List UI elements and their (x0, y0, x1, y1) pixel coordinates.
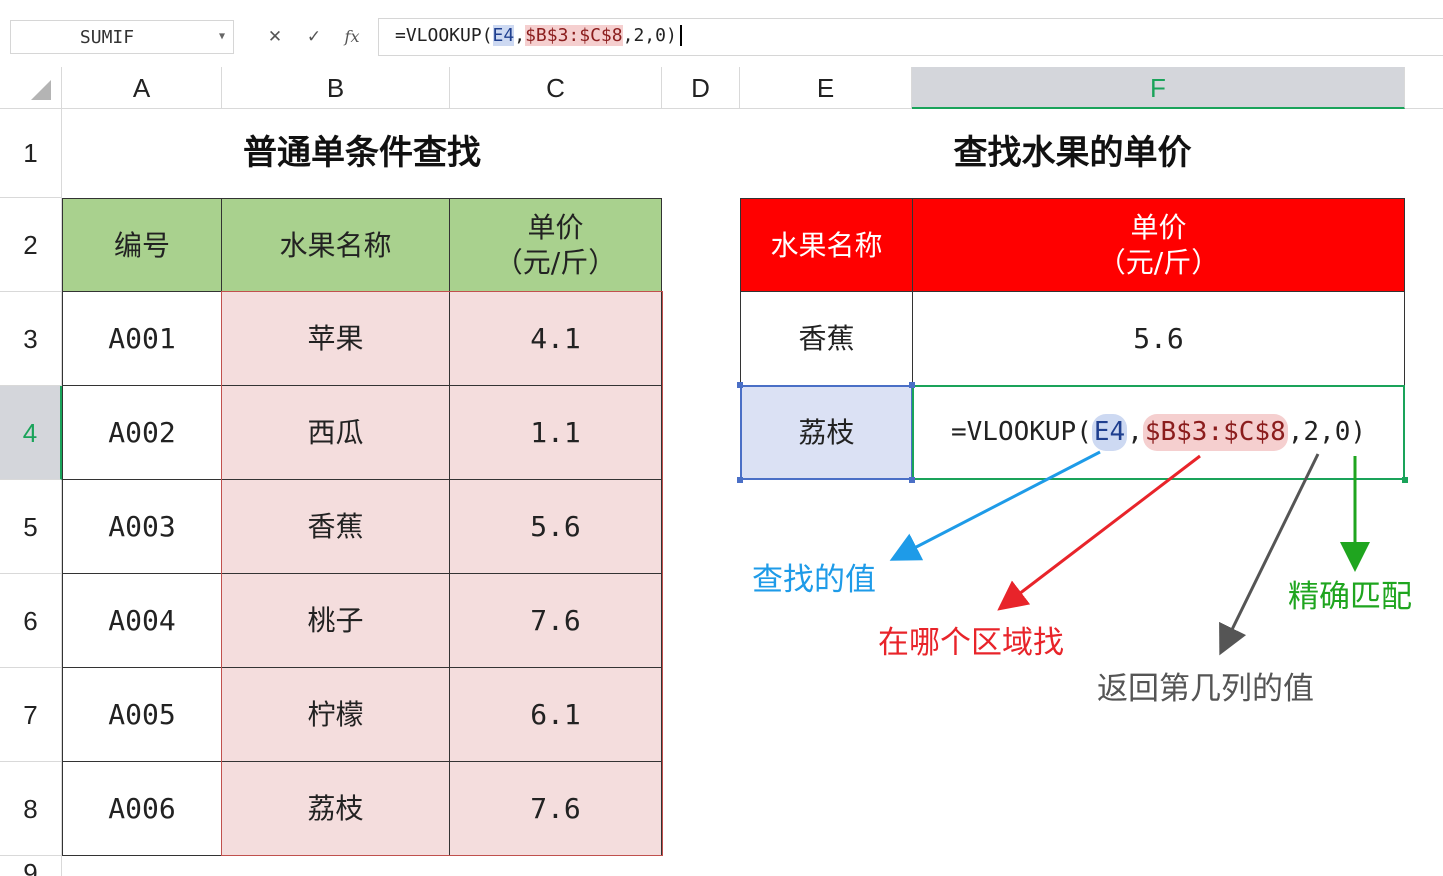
arrow-range (997, 454, 1201, 611)
label-range: 在哪个区域找 (878, 625, 1064, 661)
label-lookup-value: 查找的值 (752, 562, 876, 598)
annotation-arrows (889, 450, 1370, 656)
label-column: 返回第几列的值 (1097, 671, 1314, 707)
label-exact: 精确匹配 (1288, 579, 1412, 615)
arrow-lookup-value (889, 450, 1101, 561)
arrow-column (1219, 453, 1320, 656)
